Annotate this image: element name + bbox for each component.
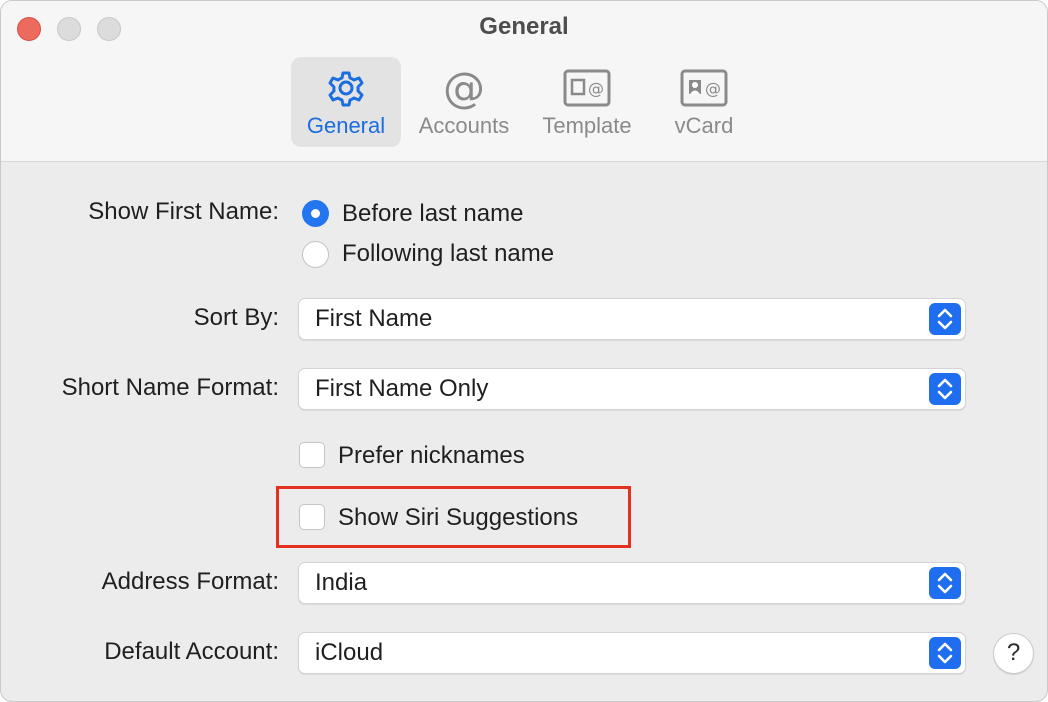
default-account-popup[interactable]: iCloud — [298, 632, 966, 674]
title-bar: General General @ Accounts @ Template @ … — [1, 1, 1047, 162]
tab-template[interactable]: @ Template — [531, 57, 643, 147]
address-format-popup[interactable]: India — [298, 562, 966, 604]
vcard-icon: @ — [651, 65, 757, 111]
show-siri-suggestions-label: Show Siri Suggestions — [338, 504, 579, 531]
short-name-format-label: Short Name Format: — [61, 374, 279, 401]
sort-by-value: First Name — [315, 305, 433, 332]
show-siri-suggestions-checkbox[interactable] — [299, 504, 325, 530]
at-sign-icon: @ — [409, 65, 519, 111]
tab-general[interactable]: General — [291, 57, 401, 147]
radio-before-last-name-label: Before last name — [342, 200, 524, 227]
svg-text:@: @ — [705, 79, 721, 98]
preferences-window: General General @ Accounts @ Template @ … — [0, 0, 1048, 702]
up-down-chevron-icon — [929, 567, 961, 599]
sort-by-label: Sort By: — [193, 304, 279, 331]
gear-icon — [291, 65, 401, 111]
tab-vcard-label: vCard — [674, 113, 734, 138]
radio-following-last-name[interactable] — [302, 241, 329, 268]
default-account-label: Default Account: — [104, 638, 279, 665]
address-format-label: Address Format: — [101, 568, 279, 595]
svg-text:@: @ — [588, 79, 604, 98]
short-name-format-popup[interactable]: First Name Only — [298, 368, 966, 410]
tab-general-label: General — [306, 113, 386, 138]
tab-template-label: Template — [542, 113, 632, 138]
tab-vcard[interactable]: @ vCard — [651, 57, 757, 147]
sort-by-popup[interactable]: First Name — [298, 298, 966, 340]
default-account-value: iCloud — [315, 639, 384, 666]
radio-before-last-name[interactable] — [302, 200, 329, 227]
up-down-chevron-icon — [929, 373, 961, 405]
tab-accounts[interactable]: @ Accounts — [409, 57, 519, 147]
address-format-value: India — [315, 569, 368, 596]
tab-accounts-label: Accounts — [418, 113, 510, 138]
window-title: General — [479, 13, 569, 40]
radio-following-last-name-label: Following last name — [342, 240, 555, 267]
svg-text:@: @ — [443, 65, 485, 111]
prefer-nicknames-checkbox[interactable] — [299, 442, 325, 468]
prefer-nicknames-label: Prefer nicknames — [338, 442, 525, 469]
help-button[interactable]: ? — [993, 633, 1034, 674]
show-first-name-label: Show First Name: — [88, 198, 279, 225]
up-down-chevron-icon — [929, 637, 961, 669]
short-name-format-value: First Name Only — [315, 375, 489, 402]
template-card-icon: @ — [531, 65, 643, 111]
up-down-chevron-icon — [929, 303, 961, 335]
